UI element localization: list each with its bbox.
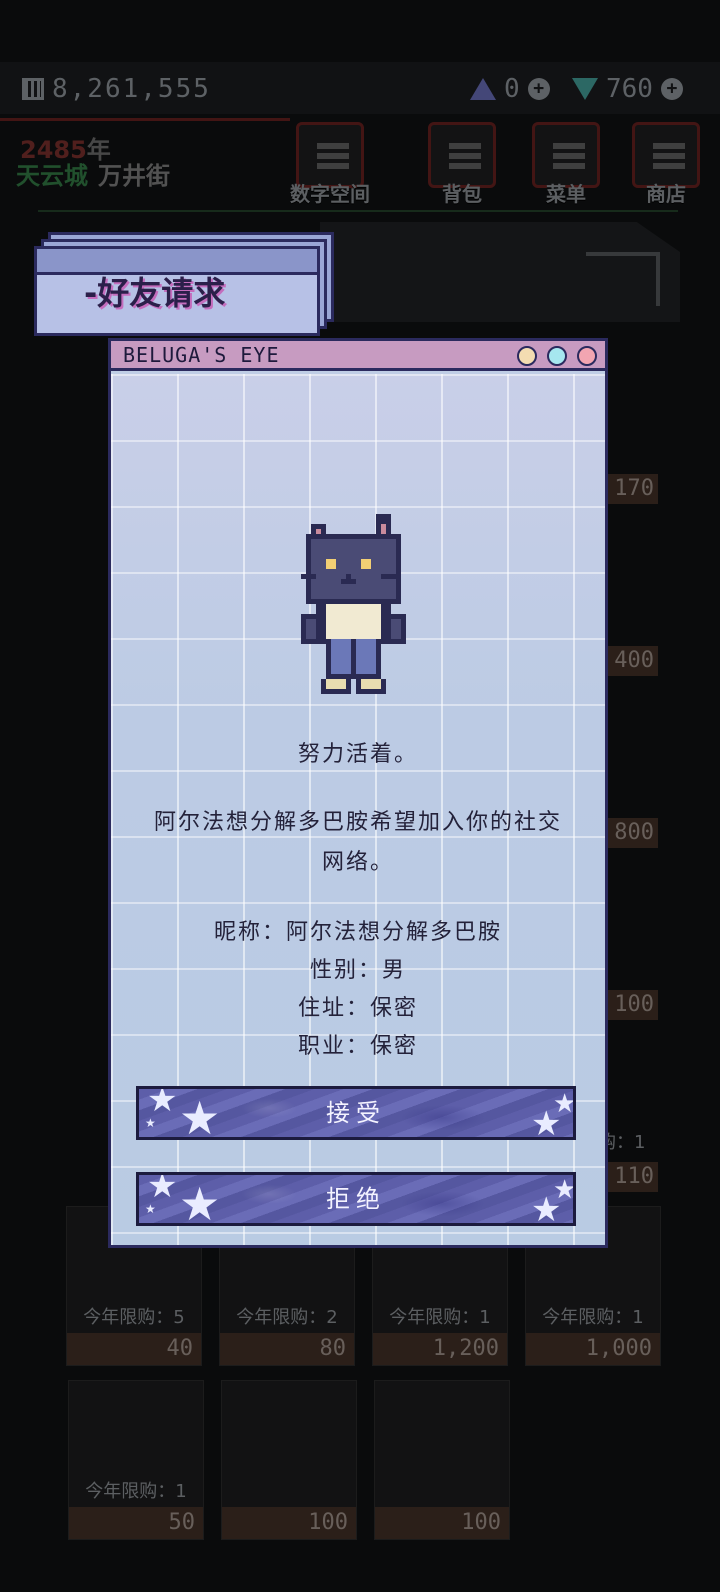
dialog-tag: -好友请求 [34, 232, 334, 336]
address-line: 住址：保密 [297, 996, 418, 1021]
maximize-dot-icon[interactable] [547, 346, 567, 366]
accept-button[interactable]: ★ ★ ★ ★ ★ 接受 [136, 1086, 576, 1140]
star-icon: ★ [179, 1091, 227, 1140]
request-message: 阿尔法想分解多巴胺希望加入你的社交网络。 [153, 810, 562, 875]
star-icon: ★ [553, 1091, 573, 1117]
nickname-line: 昵称：阿尔法想分解多巴胺 [213, 920, 502, 945]
star-icon: ★ [553, 1177, 573, 1203]
cat-avatar [301, 514, 411, 704]
reject-label: 拒绝 [326, 1185, 386, 1213]
reject-button[interactable]: ★ ★ ★ ★ ★ 拒绝 [136, 1172, 576, 1226]
job-line: 职业：保密 [297, 1034, 418, 1059]
accept-label: 接受 [326, 1099, 386, 1127]
star-icon: ★ [179, 1177, 227, 1226]
window-title: BELUGA'S EYE [123, 343, 280, 367]
star-icon: ★ [145, 1116, 162, 1130]
close-dot-icon[interactable] [577, 346, 597, 366]
star-icon: ★ [147, 1086, 184, 1120]
minimize-dot-icon[interactable] [517, 346, 537, 366]
profile-info: 昵称：阿尔法想分解多巴胺 性别：男 住址：保密 职业：保密 [111, 914, 605, 1066]
window-body: 努力活着。 阿尔法想分解多巴胺希望加入你的社交网络。 昵称：阿尔法想分解多巴胺 … [111, 374, 605, 1245]
gender-line: 性别：男 [309, 958, 406, 983]
pixel-cat-icon [301, 514, 406, 694]
friend-request-window: BELUGA'S EYE 努力活着。 阿尔法想分解多巴胺希望加入你的社交网络。 … [108, 338, 608, 1248]
star-icon: ★ [147, 1172, 184, 1206]
dialog-title: -好友请求 [84, 274, 226, 312]
window-titlebar: BELUGA'S EYE [111, 341, 605, 371]
status-message: 努力活着。 [297, 742, 418, 767]
star-icon: ★ [145, 1202, 162, 1216]
